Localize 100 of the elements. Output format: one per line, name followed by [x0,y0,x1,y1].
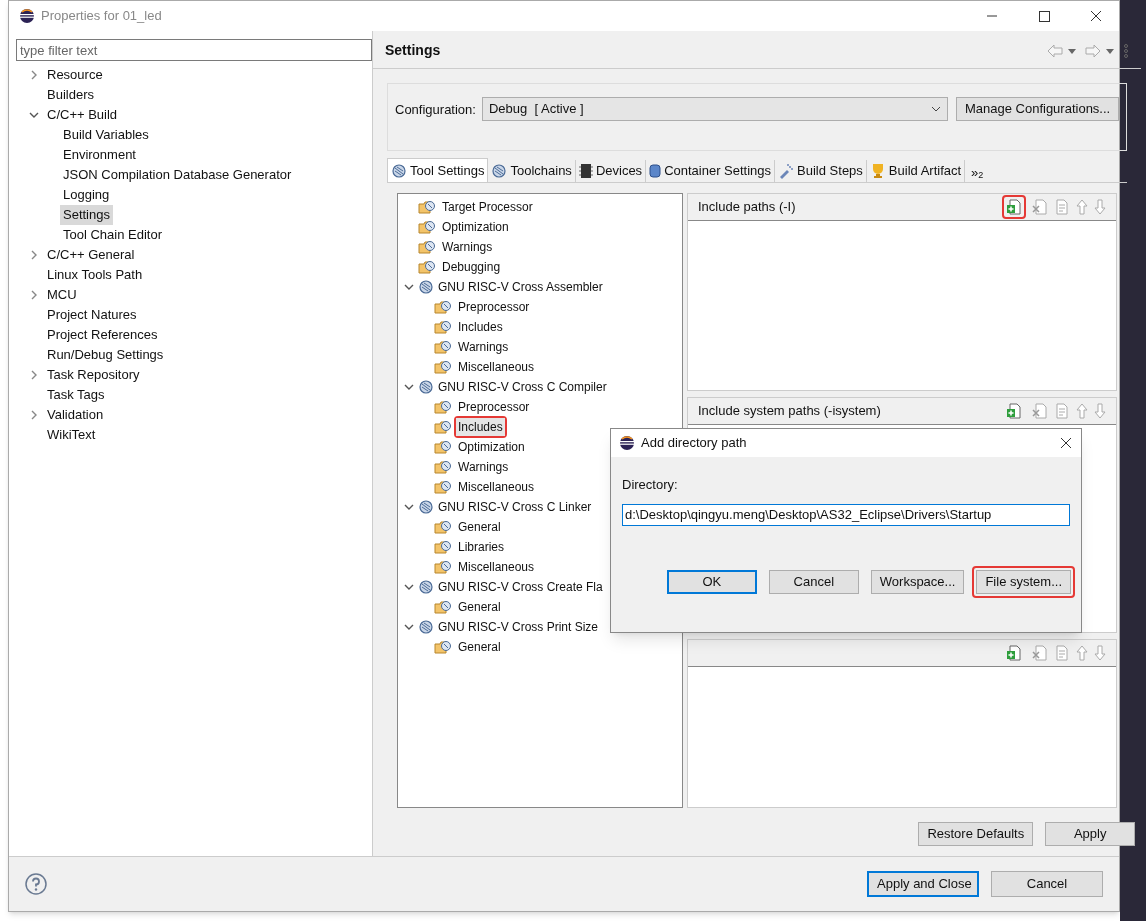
forward-icon[interactable] [1085,43,1116,58]
tab[interactable]: Container Settings [646,160,776,182]
nav-item[interactable]: Environment [60,145,139,165]
tree-item[interactable]: Includes [456,418,505,436]
apply-and-close-button[interactable]: Apply and Close [867,871,979,897]
tree-item[interactable]: GNU RISC-V Cross Create Fla [436,578,605,596]
ok-button[interactable]: OK [666,569,757,594]
tree-item[interactable]: Warnings [440,238,495,256]
chevron-right-icon[interactable] [29,370,39,380]
chevron-down-icon[interactable] [404,582,414,592]
nav-item[interactable]: JSON Compilation Database Generator [60,165,295,185]
tree-item[interactable]: Target Processor [440,198,535,216]
directory-field[interactable]: d:\Desktop\qingyu.meng\Desktop\AS32_Eclipse\Drivers\Startup [622,503,1070,526]
cancel-button[interactable]: Cancel [991,871,1103,897]
edit-icon[interactable] [1054,645,1071,661]
tree-item[interactable]: General [456,638,503,656]
dropdown-caret-icon [930,106,941,112]
tabs-overflow[interactable]: »2 [965,160,990,182]
nav-item[interactable]: Settings [60,205,113,225]
nav-item[interactable]: Project Natures [44,305,140,325]
tree-item[interactable]: Optimization [456,438,527,456]
folder-gear-icon [434,419,452,435]
chevron-right-icon[interactable] [29,250,39,260]
nav-item[interactable]: Linux Tools Path [44,265,146,285]
apply-button[interactable]: Apply [1045,822,1136,846]
app-icon [19,8,35,24]
chevron-down-icon[interactable] [404,382,414,392]
spray-icon [778,163,795,179]
nav-item[interactable]: Project References [44,325,161,345]
nav-item[interactable]: C/C++ Build [44,105,121,125]
dialog-title: Add directory path [641,434,747,453]
nav-item[interactable]: Run/Debug Settings [44,345,167,365]
nav-item[interactable]: Logging [60,185,113,205]
chevron-right-icon[interactable] [29,290,39,300]
cancel-button[interactable]: Cancel [768,569,859,594]
move-down-icon[interactable] [1094,645,1107,661]
chevron-right-icon[interactable] [29,410,39,420]
tree-item[interactable]: Debugging [440,258,503,276]
move-down-icon[interactable] [1094,403,1107,419]
chevron-down-icon[interactable] [404,622,414,632]
chevron-right-icon[interactable] [29,70,39,80]
folder-gear-icon [434,559,452,575]
tree-item[interactable]: Optimization [440,218,511,236]
tree-item[interactable]: Miscellaneous [456,478,537,496]
chevron-down-icon[interactable] [404,502,414,512]
delete-icon[interactable] [1032,199,1049,215]
tree-item[interactable]: Warnings [456,458,511,476]
dialog-icon [619,435,635,451]
delete-icon[interactable] [1032,403,1049,419]
delete-icon[interactable] [1032,645,1049,661]
more-icon[interactable] [1123,43,1130,58]
nav-item[interactable]: Resource [44,65,106,85]
filter-field[interactable]: type filter text [16,39,372,61]
tree-item[interactable]: GNU RISC-V Cross C Linker [436,498,594,516]
add-icon[interactable] [1006,403,1023,419]
configuration-dropdown[interactable]: Debug [ Active ] [481,97,948,121]
tree-item[interactable]: General [456,598,503,616]
tab[interactable]: Build Artifact [866,160,966,182]
file-system-button[interactable]: File system... [976,569,1071,594]
chevron-down-icon[interactable] [404,282,414,292]
help-icon[interactable] [25,873,47,895]
nav-item[interactable]: MCU [44,285,80,305]
tree-item[interactable]: GNU RISC-V Cross Assembler [436,278,605,296]
move-up-icon[interactable] [1076,199,1089,215]
tab[interactable]: Build Steps [775,160,867,182]
nav-item[interactable]: Task Repository [44,365,143,385]
tab[interactable]: Devices [575,160,647,182]
tree-item[interactable]: Includes [456,318,505,336]
tab[interactable]: Toolchains [488,160,576,182]
cylinder-icon [649,163,662,179]
tree-item[interactable]: Preprocessor [456,298,532,316]
nav-item[interactable]: Task Tags [44,385,108,405]
tree-item[interactable]: Libraries [456,538,507,556]
restore-defaults-button[interactable]: Restore Defaults [918,822,1034,846]
tab[interactable]: Tool Settings [387,158,489,182]
move-up-icon[interactable] [1076,403,1089,419]
move-up-icon[interactable] [1076,645,1089,661]
tree-item[interactable]: Warnings [456,338,511,356]
tree-item[interactable]: Miscellaneous [456,558,537,576]
nav-item[interactable]: Validation [44,405,107,425]
chevron-down-icon[interactable] [29,110,39,120]
nav-item[interactable]: WikiText [44,425,99,445]
tree-item[interactable]: General [456,518,503,536]
gear-icon [418,619,434,635]
tree-item[interactable]: GNU RISC-V Cross Print Size [436,618,601,636]
page-title: Settings [385,41,441,60]
tree-item[interactable]: Miscellaneous [456,358,537,376]
add-icon[interactable] [1006,645,1023,661]
tree-item[interactable]: Preprocessor [456,398,532,416]
add-icon[interactable] [1006,199,1023,215]
tree-item[interactable]: GNU RISC-V Cross C Compiler [436,378,609,396]
move-down-icon[interactable] [1094,199,1107,215]
manage-configurations-button[interactable]: Manage Configurations... [955,97,1120,121]
nav-item[interactable]: Builders [44,85,97,105]
nav-item[interactable]: C/C++ General [44,245,138,265]
nav-item[interactable]: Tool Chain Editor [60,225,165,245]
workspace-button[interactable]: Workspace... [870,569,965,594]
folder-gear-icon [418,199,436,215]
nav-item[interactable]: Build Variables [60,125,152,145]
back-icon[interactable] [1047,43,1078,58]
